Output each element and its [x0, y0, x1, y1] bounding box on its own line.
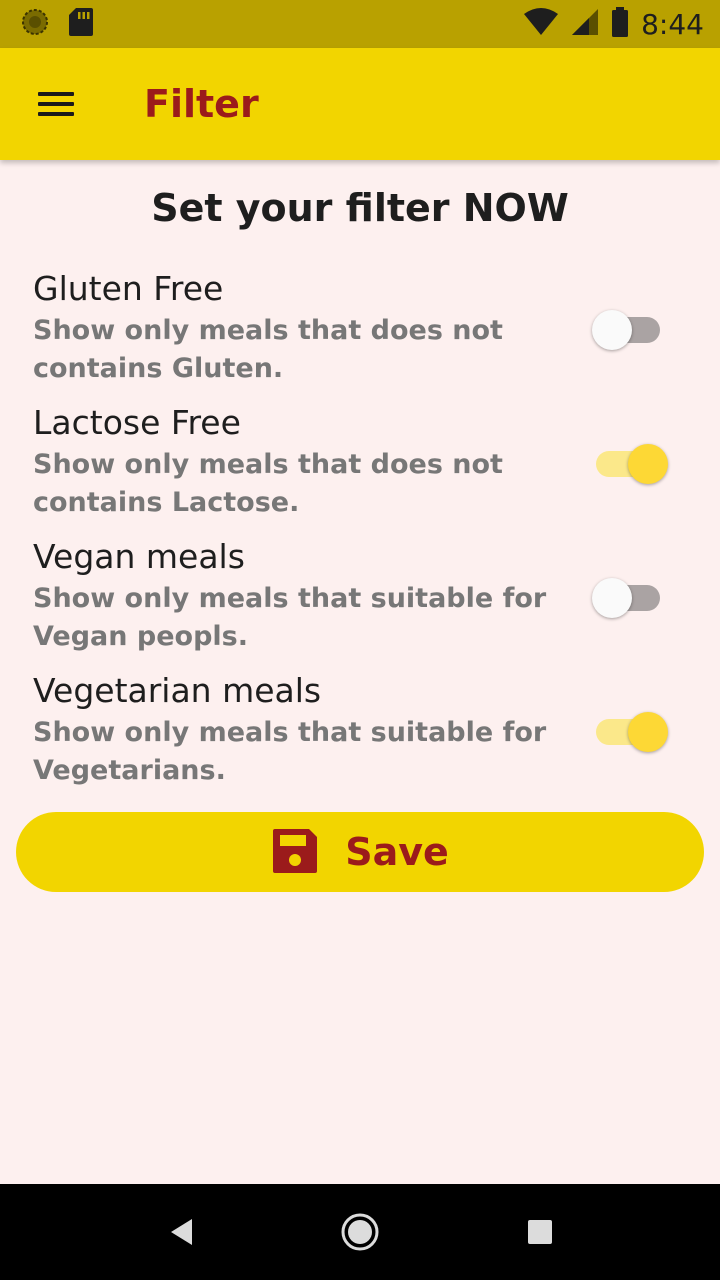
floppy-disk-icon: [271, 827, 319, 878]
battery-icon: [611, 6, 629, 42]
switch-thumb: [628, 444, 668, 484]
switch-thumb: [592, 578, 632, 618]
home-button[interactable]: [336, 1208, 384, 1256]
back-button[interactable]: [160, 1208, 204, 1256]
save-label: Save: [345, 830, 449, 874]
filter-title: Lactose Free: [33, 403, 241, 442]
vegan-switch[interactable]: [592, 578, 668, 618]
filter-gluten-free[interactable]: Gluten Free Show only meals that does no…: [0, 266, 720, 400]
status-bar: 8:44: [0, 0, 720, 48]
wifi-icon: [523, 7, 559, 41]
vegetarian-switch[interactable]: [592, 712, 668, 752]
filter-vegetarian[interactable]: Vegetarian meals Show only meals that su…: [0, 668, 720, 802]
filter-description: Show only meals that does not contains L…: [33, 449, 503, 518]
filter-title: Vegan meals: [33, 537, 245, 576]
status-time: 8:44: [641, 7, 704, 41]
filter-vegan[interactable]: Vegan meals Show only meals that suitabl…: [0, 534, 720, 668]
nav-bar: [0, 1184, 720, 1280]
recents-button[interactable]: [516, 1208, 564, 1256]
app-title: Filter: [144, 82, 259, 126]
filter-description: Show only meals that does not contains G…: [33, 315, 503, 384]
menu-button[interactable]: [0, 48, 112, 160]
filter-title: Gluten Free: [33, 269, 224, 308]
home-icon: [341, 1213, 379, 1251]
sync-icon: [20, 7, 50, 42]
save-button[interactable]: Save: [16, 812, 704, 892]
sd-card-icon: [68, 7, 94, 42]
menu-icon: [38, 92, 74, 116]
filter-title: Vegetarian meals: [33, 671, 322, 710]
gluten-free-switch[interactable]: [592, 310, 668, 350]
switch-thumb: [592, 310, 632, 350]
filter-list: Gluten Free Show only meals that does no…: [0, 266, 720, 802]
filter-description: Show only meals that suitable for Vegan …: [33, 583, 547, 652]
switch-thumb: [628, 712, 668, 752]
back-icon: [171, 1219, 192, 1245]
page-heading: Set your filter NOW: [151, 186, 569, 230]
filter-description: Show only meals that suitable for Vegeta…: [33, 717, 547, 786]
lactose-free-switch[interactable]: [592, 444, 668, 484]
filter-lactose-free[interactable]: Lactose Free Show only meals that does n…: [0, 400, 720, 534]
signal-icon: [571, 8, 599, 41]
app-bar: Filter: [0, 48, 720, 160]
recents-icon: [528, 1220, 552, 1244]
